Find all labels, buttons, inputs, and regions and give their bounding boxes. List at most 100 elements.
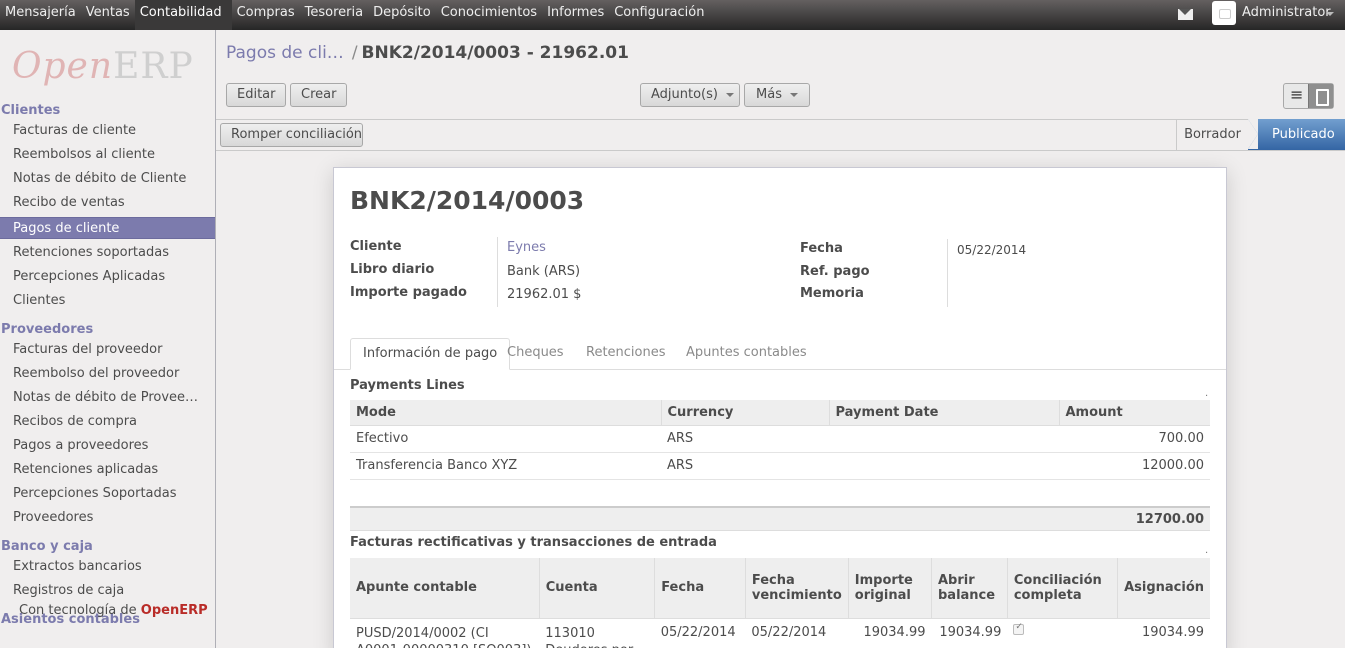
sidebar-item-extractos-bancarios[interactable]: Extractos bancarios (0, 556, 215, 578)
reconcile-checkbox[interactable] (1013, 622, 1025, 635)
breadcrumb-current: BNK2/2014/0003 - 21962.01 (361, 43, 629, 63)
table-cell: 700.00 (1059, 425, 1210, 453)
column-header[interactable]: Asignación (1117, 558, 1210, 619)
menu-deposito[interactable]: Depósito (368, 0, 436, 30)
menu-conocimientos[interactable]: Conocimientos (436, 0, 542, 30)
table-cell: ARS (661, 425, 829, 453)
sidebar-item-reembolsos-cliente[interactable]: Reembolsos al cliente (0, 144, 215, 166)
tab-cheques[interactable]: Cheques (495, 338, 576, 370)
caret-down-icon (789, 92, 798, 97)
menu-tesoreria[interactable]: Tesoreria (300, 0, 368, 30)
field-libro-diario: Bank (ARS) (507, 264, 581, 279)
sidebar-item-recibo-ventas[interactable]: Recibo de ventas (0, 192, 215, 214)
caret-down-icon[interactable] (1326, 12, 1334, 16)
user-avatar[interactable] (1212, 1, 1236, 25)
label-libro-diario: Libro diario (350, 262, 435, 277)
field-cliente[interactable]: Eynes (507, 240, 546, 255)
column-header[interactable]: Importe original (847, 558, 932, 619)
column-header[interactable]: Cuenta (538, 558, 655, 619)
user-name[interactable]: Administrator (1242, 5, 1331, 20)
tab-apuntes-contables[interactable]: Apuntes contables (674, 338, 819, 370)
breadcrumb-parent[interactable]: Pagos de cli… (226, 43, 344, 63)
state-draft[interactable]: Borrador (1176, 119, 1248, 150)
table-cell: PUSD/2014/0002 (CI A0001-00000310 [SO003… (350, 618, 540, 648)
sidebar-item-recibos-compra[interactable]: Recibos de compra (0, 411, 215, 433)
label-fecha: Fecha (800, 241, 843, 256)
sidebar-item-retenciones-aplicadas[interactable]: Retenciones aplicadas (0, 459, 215, 481)
table-cell (829, 452, 1059, 480)
column-header[interactable]: Payment Date (828, 400, 1059, 426)
sidebar-item-proveedores[interactable]: Proveedores (0, 507, 215, 529)
table-cell: 19034.99 (848, 618, 932, 648)
unreconcile-button[interactable]: Romper conciliación (220, 123, 363, 147)
column-header[interactable]: Mode (350, 400, 661, 426)
form-view-icon[interactable] (1308, 84, 1333, 108)
payment-lines-dot: . (1205, 388, 1209, 399)
label-cliente: Cliente (350, 239, 402, 254)
caret-down-icon (725, 92, 734, 97)
menu-configuracion[interactable]: Configuración (609, 0, 709, 30)
edit-button[interactable]: Editar (226, 83, 286, 107)
menu-contabilidad[interactable]: Contabilidad (134, 0, 232, 30)
table-row[interactable]: Efectivo ARS 700.00 (350, 425, 1210, 453)
table-cell: Transferencia Banco XYZ (350, 452, 661, 480)
payment-lines-total: 12700.00 (350, 506, 1210, 531)
table-row[interactable]: Transferencia Banco XYZ ARS 12000.00 (350, 452, 1210, 480)
invoices-table: Apunte contable Cuenta Fecha Fecha venci… (350, 558, 1210, 648)
invoices-dot: . (1205, 545, 1209, 556)
column-header[interactable]: Conciliación completa (1006, 558, 1118, 619)
sidebar-item-pagos-proveedores[interactable]: Pagos a proveedores (0, 435, 215, 457)
table-header-row: Mode Currency Payment Date Amount (350, 400, 1210, 426)
column-header[interactable]: Amount (1058, 400, 1210, 426)
sidebar-item-reembolso-proveedor[interactable]: Reembolso del proveedor (0, 363, 215, 385)
list-view-icon[interactable] (1284, 84, 1308, 108)
tab-informacion-pago[interactable]: Información de pago (350, 338, 511, 370)
column-header[interactable]: Fecha (654, 558, 746, 619)
menu-ventas[interactable]: Ventas (81, 0, 135, 30)
state-published[interactable]: Publicado (1248, 119, 1345, 150)
table-header-row: Apunte contable Cuenta Fecha Fecha venci… (350, 558, 1210, 619)
field-divider (947, 239, 948, 307)
column-header[interactable]: Fecha vencimiento (744, 558, 849, 619)
attachments-dropdown[interactable]: Adjunto(s) (640, 83, 740, 107)
field-importe-pagado: 21962.01 $ (507, 287, 582, 302)
sidebar-item-facturas-cliente[interactable]: Facturas de cliente (0, 120, 215, 142)
column-header[interactable]: Currency (660, 400, 829, 426)
breadcrumb: Pagos de cli… / BNK2/2014/0003 - 21962.01 (226, 43, 629, 63)
powered-by: Con tecnología de OpenERP (19, 603, 208, 618)
sidebar-item-retenciones-soportadas[interactable]: Retenciones soportadas (0, 242, 215, 264)
menu-compras[interactable]: Compras (232, 0, 300, 30)
sidebar-item-notas-debito-proveedor[interactable]: Notas de débito de Provee… (0, 387, 215, 409)
openerp-logo[interactable]: OpenERP (12, 46, 194, 87)
powered-by-brand[interactable]: OpenERP (141, 603, 208, 618)
menu-informes[interactable]: Informes (542, 0, 609, 30)
label-importe-pagado: Importe pagado (350, 285, 467, 300)
main-menu: Mensajería Ventas Contabilidad Compras T… (0, 0, 709, 30)
column-header[interactable]: Abrir balance (931, 558, 1008, 619)
sidebar-item-percepciones-soportadas[interactable]: Percepciones Soportadas (0, 483, 215, 505)
payment-lines-title: Payments Lines (350, 378, 465, 393)
more-dropdown[interactable]: Más (744, 83, 810, 107)
envelope-icon[interactable] (1178, 9, 1193, 20)
sidebar-item-facturas-proveedor[interactable]: Facturas del proveedor (0, 339, 215, 361)
top-menu-bar: Mensajería Ventas Contabilidad Compras T… (0, 0, 1345, 30)
table-cell: 19034.99 (1117, 618, 1210, 648)
table-cell: 05/22/2014 (654, 618, 746, 648)
invoices-title: Facturas rectificativas y transacciones … (350, 535, 717, 550)
sidebar-item-clientes[interactable]: Clientes (0, 290, 215, 312)
sidebar-item-notas-debito-cliente[interactable]: Notas de débito de Cliente (0, 168, 215, 190)
payment-lines-table: Mode Currency Payment Date Amount Efecti… (350, 400, 1210, 480)
table-row[interactable]: PUSD/2014/0002 (CI A0001-00000310 [SO003… (350, 618, 1210, 648)
sidebar-item-registros-caja[interactable]: Registros de caja (0, 580, 215, 602)
table-cell (1007, 618, 1118, 648)
column-header[interactable]: Apunte contable (350, 558, 540, 619)
total-amount: 12700.00 (1135, 512, 1204, 527)
breadcrumb-separator: / (351, 43, 358, 63)
create-button[interactable]: Crear (290, 83, 347, 107)
field-fecha: 05/22/2014 (957, 243, 1027, 257)
sidebar-item-pagos-cliente[interactable]: Pagos de cliente (0, 217, 215, 239)
menu-mensajeria[interactable]: Mensajería (0, 0, 81, 30)
sidebar-item-percepciones-aplicadas[interactable]: Percepciones Aplicadas (0, 266, 215, 288)
view-switcher (1283, 83, 1334, 109)
tab-retenciones[interactable]: Retenciones (574, 338, 678, 370)
